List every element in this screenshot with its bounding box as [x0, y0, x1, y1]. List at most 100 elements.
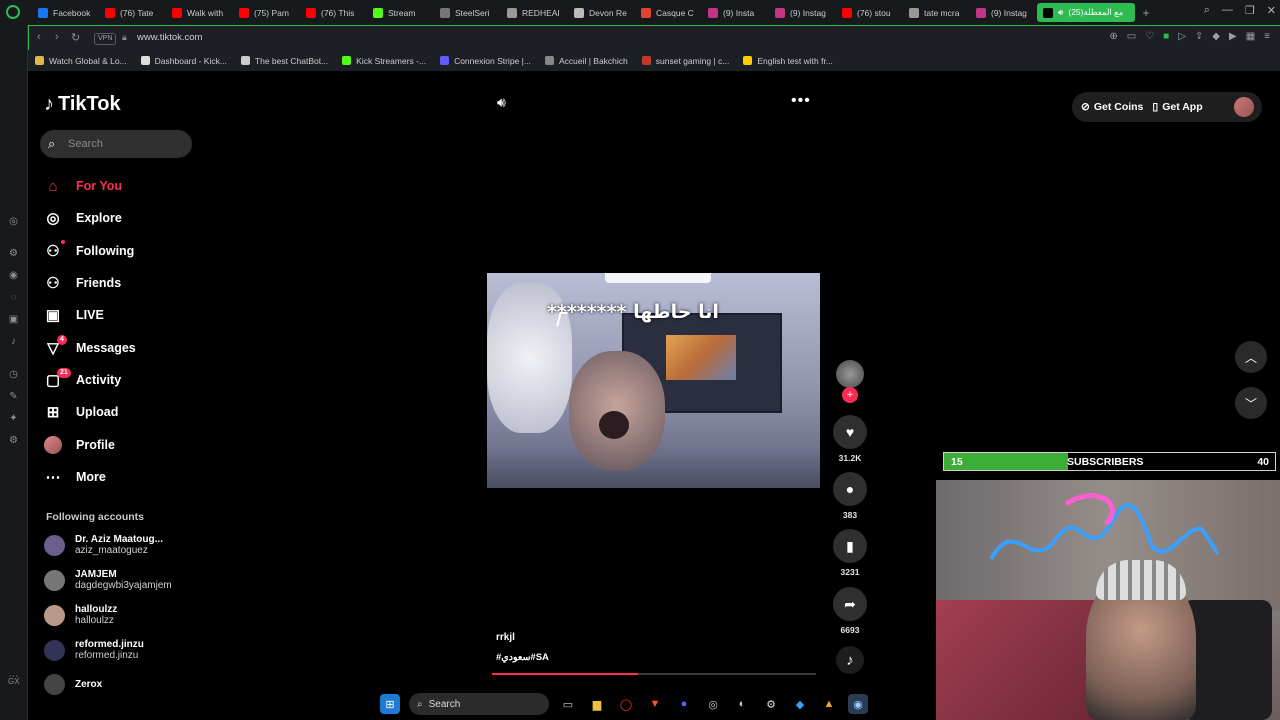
file-explorer-icon[interactable]: ▆ [587, 694, 607, 714]
history-icon[interactable]: ◷ [7, 368, 20, 381]
browser-tab[interactable]: (76) stou [836, 0, 903, 25]
opera-logo-icon[interactable] [6, 5, 20, 19]
creator-avatar[interactable] [836, 360, 864, 388]
ai-icon[interactable]: ◎ [7, 215, 20, 228]
sidebar-item-explore[interactable]: ◎ Explore [44, 202, 194, 234]
instagram-icon[interactable]: ▣ [7, 313, 20, 326]
url-field[interactable]: www.tiktok.com [137, 32, 202, 43]
bookmark-icon[interactable]: ♡ [1145, 31, 1154, 42]
browser-tab[interactable]: Walk with [166, 0, 233, 25]
brave-icon[interactable]: ▼ [645, 694, 665, 714]
browser-tab[interactable]: Facebook [32, 0, 99, 25]
tiktok-logo[interactable]: ♪ TikTok [44, 93, 121, 116]
play-icon[interactable]: ▷ [1178, 31, 1186, 42]
bookmark-item[interactable]: Watch Global & Lo... [28, 56, 134, 66]
bookmark-item[interactable]: Dashboard - Kick... [134, 56, 234, 66]
browser-tab[interactable]: SteelSeri [434, 0, 501, 25]
vpn-badge[interactable]: VPN [94, 33, 117, 45]
following-account[interactable]: Zerox [44, 674, 102, 695]
video-author[interactable]: rrkjl [496, 632, 515, 643]
gear-icon[interactable]: ⚙ [7, 434, 20, 447]
browser-tab[interactable]: REDHEAI [501, 0, 568, 25]
browser-tab[interactable]: (9) Insta [702, 0, 769, 25]
user-avatar[interactable] [1234, 97, 1254, 117]
share-arrow-icon[interactable]: ➦ [833, 587, 867, 621]
browser-tab[interactable]: (76) This [300, 0, 367, 25]
discord-icon[interactable]: ● [674, 694, 694, 714]
extensions-icon[interactable]: ✦ [7, 412, 20, 425]
bookmark-item[interactable]: sunset gaming | c... [635, 56, 737, 66]
browser-tab[interactable]: (76) Tate [99, 0, 166, 25]
bookmark-save-icon[interactable]: ▮ [833, 529, 867, 563]
following-account[interactable]: JAMJEM dagdegwbi3yajamjem [44, 569, 172, 591]
tiktok-sidebar-icon[interactable]: ♪ [7, 335, 20, 348]
following-account[interactable]: halloulzz halloulzz [44, 604, 117, 626]
whatsapp-icon[interactable]: ◌ [7, 291, 20, 304]
video-hashtags[interactable]: #سعودي#SA [496, 652, 549, 663]
profile-icon[interactable]: ▦ [1246, 31, 1255, 42]
video-player[interactable]: انا حاطها ******** [487, 273, 820, 488]
bookmark-item[interactable]: The best ChatBot... [234, 56, 335, 66]
messenger-icon[interactable]: ◉ [7, 269, 20, 282]
sidebar-item-upload[interactable]: ⊞ Upload [44, 396, 194, 428]
music-disc-icon[interactable]: ♪ [836, 646, 864, 674]
steam-taskbar-icon[interactable]: ◉ [848, 694, 868, 714]
bookmark-item[interactable]: Accueil | Bakchich [538, 56, 635, 66]
comment-icon[interactable]: ● [833, 472, 867, 506]
search-tabs-icon[interactable]: ⌕ [1204, 4, 1210, 17]
maximize-icon[interactable]: ❐ [1245, 4, 1255, 17]
paint-icon[interactable]: ◆ [790, 694, 810, 714]
more-sidebar-icon[interactable]: ⋯ [7, 670, 20, 683]
snapshot-icon[interactable]: ▭ [1127, 31, 1136, 42]
browser-tab[interactable]: Stream [367, 0, 434, 25]
task-view-icon[interactable]: ▭ [558, 694, 578, 714]
get-app-button[interactable]: ▯ Get App [1152, 101, 1202, 113]
previous-video-button[interactable]: ︿ [1235, 341, 1267, 373]
vlc-icon[interactable]: ▲ [819, 694, 839, 714]
sidebar-item-activity[interactable]: ▢ 21 Activity [44, 364, 194, 396]
tab-audio-icon[interactable]: 🔊︎ [1058, 7, 1063, 18]
opera-gx-taskbar-icon[interactable]: ◯ [616, 694, 636, 714]
new-tab-button[interactable]: + [1135, 0, 1157, 25]
settings-gear-taskbar-icon[interactable]: ⚙ [761, 694, 781, 714]
back-icon[interactable]: ‹ [37, 31, 41, 43]
browser-tab[interactable]: (9) Instag [769, 0, 836, 25]
obs-icon[interactable]: ◎ [703, 694, 723, 714]
sidebar-item-profile[interactable]: Profile [44, 428, 194, 460]
browser-tab[interactable]: (9) Instag [970, 0, 1037, 25]
browser-tab[interactable]: Casque C [635, 0, 702, 25]
video-progress[interactable] [492, 673, 816, 675]
sidebar-item-more[interactable]: ⋯ More [44, 461, 194, 493]
taskbar-search[interactable]: ⌕ Search [409, 693, 549, 715]
heart-icon[interactable]: ♥ [833, 415, 867, 449]
bookmark-item[interactable]: English test with fr... [736, 56, 840, 66]
sidebar-item-following[interactable]: ⚇ Following [44, 235, 194, 267]
sidebar-item-live[interactable]: ▣ LIVE [44, 299, 194, 331]
following-account[interactable]: Dr. Aziz Maatoug... aziz_maatoguez [44, 534, 163, 556]
steam-app-icon[interactable]: ◐ [732, 694, 752, 714]
get-coins-button[interactable]: ⊘ Get Coins [1081, 101, 1143, 113]
following-account[interactable]: reformed.jinzu reformed.jinzu [44, 639, 144, 661]
sidebar-item-for-you[interactable]: ⌂ For You [44, 170, 194, 202]
minimize-icon[interactable]: — [1222, 4, 1233, 17]
menu-icon[interactable]: ≡ [1264, 31, 1270, 42]
media-play-icon[interactable]: ▶ [1229, 31, 1237, 42]
forward-icon[interactable]: › [55, 31, 59, 43]
search-input[interactable] [68, 135, 186, 153]
zoom-icon[interactable]: ⊕ [1109, 31, 1117, 42]
sidebar-item-messages[interactable]: ▽ 4 Messages [44, 331, 194, 363]
reload-icon[interactable]: ↻ [71, 31, 80, 44]
sidebar-item-friends[interactable]: ⚇ Friends [44, 267, 194, 299]
pin-icon[interactable]: ✎ [7, 390, 20, 403]
follow-plus-button[interactable]: + [842, 387, 858, 403]
browser-tab-active[interactable]: 🔊︎ (25)مع المعطلة [1037, 3, 1135, 22]
more-options-icon[interactable]: ••• [791, 92, 811, 110]
windows-start-icon[interactable]: ⊞ [380, 694, 400, 714]
browser-tab[interactable]: Devon Re [568, 0, 635, 25]
volume-icon[interactable]: 🔊︎ [497, 94, 506, 111]
shield-icon[interactable]: ■ [1163, 31, 1169, 42]
next-video-button[interactable]: ﹀ [1235, 387, 1267, 419]
search-icon[interactable]: ⌕ [48, 136, 55, 152]
share-icon[interactable]: ⇪ [1195, 31, 1203, 42]
bookmark-item[interactable]: Connexion Stripe |... [433, 56, 538, 66]
